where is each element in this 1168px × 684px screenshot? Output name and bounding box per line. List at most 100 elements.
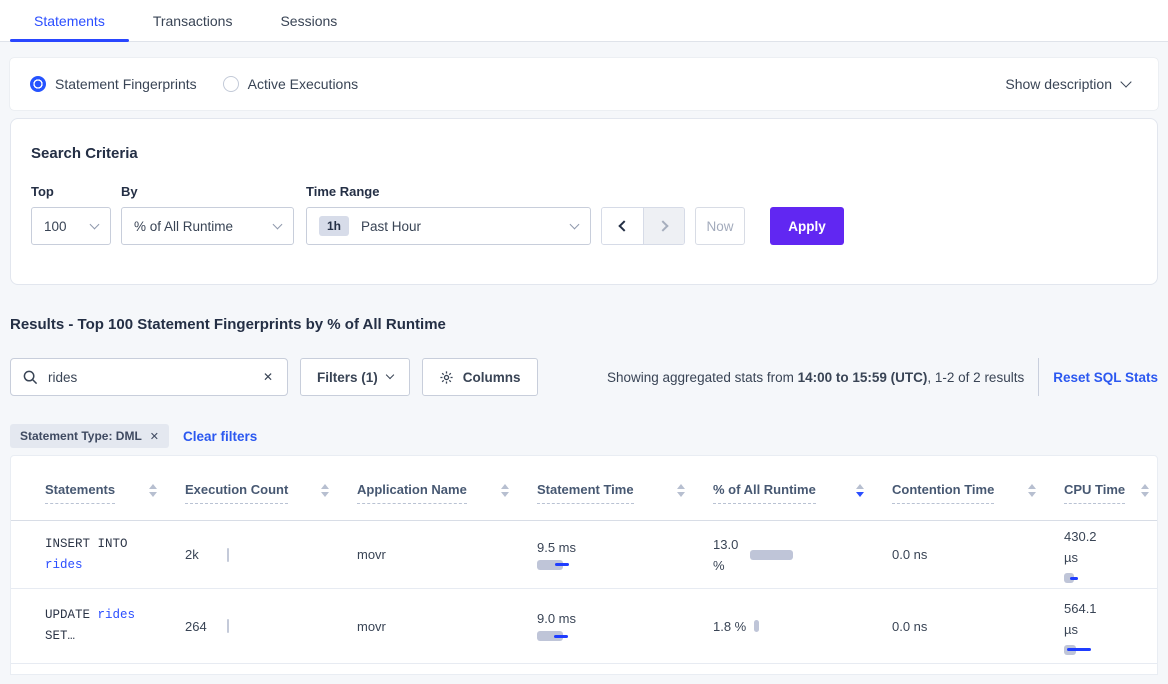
applied-filters-row: Statement Type: DML ✕ Clear filters [10,424,1158,448]
radio-unselected-icon [223,76,239,92]
pct-all-runtime-cell: 1.8 % [713,616,892,637]
statements-table: Statements Execution Count Application N… [10,455,1158,675]
by-label: By [121,184,294,199]
results-heading: Results - Top 100 Statement Fingerprints… [10,316,1158,334]
application-name-cell: movr [357,619,537,634]
view-mode-bar: Statement Fingerprints Active Executions… [10,58,1158,110]
now-button[interactable]: Now [695,207,745,245]
cpu-time-cell: 564.1µs [1064,598,1157,655]
contention-time-cell: 0.0 ns [892,619,1064,634]
time-range-field: Time Range 1h Past Hour [306,184,591,245]
top-label: Top [31,184,111,199]
reset-sql-stats-link[interactable]: Reset SQL Stats [1053,370,1158,385]
by-select[interactable]: % of All Runtime [121,207,294,245]
sort-icon [501,484,509,497]
page-tab-bar: Statements Transactions Sessions [0,0,1168,42]
top-select-value: 100 [44,219,67,234]
chevron-right-icon [657,220,668,231]
time-range-select[interactable]: 1h Past Hour [306,207,591,245]
time-range-nav [601,207,685,245]
by-field: By % of All Runtime [121,184,294,245]
pct-runtime-bar [750,550,793,560]
tab-sessions[interactable]: Sessions [256,0,361,41]
time-range-badge: 1h [319,216,349,236]
chevron-left-icon [618,220,629,231]
execution-count-cell: 264 [185,619,357,634]
filters-label: Filters (1) [317,370,378,385]
top-field: Top 100 [31,184,111,245]
column-header-cpu-time[interactable]: CPU Time [1064,482,1157,504]
apply-button[interactable]: Apply [770,207,844,245]
statement-time-cell: 9.0 ms [537,611,713,641]
chevron-down-icon [1120,76,1131,87]
sort-icon [149,484,157,497]
table-row: INSERT INTOrides 2k movr 9.5 ms 13.0% 0.… [11,521,1157,589]
filter-chip-statement-type[interactable]: Statement Type: DML ✕ [10,424,169,448]
radio-active-executions[interactable]: Active Executions [223,76,359,92]
table-header-row: Statements Execution Count Application N… [11,456,1157,521]
radio-statement-fingerprints[interactable]: Statement Fingerprints [30,76,197,92]
aggregated-stats-text: Showing aggregated stats from 14:00 to 1… [607,370,1024,385]
statement-time-bar [537,631,713,641]
show-description-toggle[interactable]: Show description [1005,76,1130,92]
statement-fingerprint-cell: UPDATE ridesSET… [45,605,185,647]
search-icon [23,370,38,385]
search-criteria-card: Search Criteria Top 100 By % of All Runt… [10,118,1158,285]
clear-filters-link[interactable]: Clear filters [183,429,257,444]
table-row: UPDATE ridesSET… 264 movr 9.0 ms 1.8 % 0… [11,589,1157,664]
pct-all-runtime-cell: 13.0% [713,534,892,576]
columns-label: Columns [463,370,521,385]
clear-search-icon[interactable]: ✕ [261,368,275,386]
results-toolbar: ✕ Filters (1) Columns Showing aggregated… [10,358,1158,396]
execution-count-cell: 2k [185,547,357,562]
filter-chip-label: Statement Type: DML [20,429,142,443]
search-input[interactable] [48,370,261,385]
sort-icon [321,484,329,497]
statement-link[interactable]: rides [98,608,136,622]
by-select-value: % of All Runtime [134,219,233,234]
tab-statements[interactable]: Statements [10,0,129,41]
chevron-down-icon [386,371,394,379]
application-name-cell: movr [357,547,537,562]
column-header-application-name[interactable]: Application Name [357,482,537,504]
columns-button[interactable]: Columns [422,358,538,396]
radio-label: Statement Fingerprints [55,76,197,92]
sort-icon [1141,484,1149,497]
time-range-label: Time Range [306,184,591,199]
top-select[interactable]: 100 [31,207,111,245]
show-description-label: Show description [1005,76,1112,92]
statement-fingerprint-cell: INSERT INTOrides [45,534,185,576]
column-header-pct-all-runtime[interactable]: % of All Runtime [713,482,892,504]
execution-count-bar [227,548,229,562]
pct-runtime-bar [754,620,759,632]
cpu-time-cell: 430.2µs [1064,526,1157,583]
column-header-statements[interactable]: Statements [45,482,185,504]
search-criteria-title: Search Criteria [31,145,1137,162]
statement-time-bar [537,560,713,570]
search-criteria-form: Top 100 By % of All Runtime Time Range 1… [31,184,1137,245]
next-time-range-button[interactable] [643,208,684,244]
radio-label: Active Executions [248,76,359,92]
statement-search-box: ✕ [10,358,288,396]
sort-icon [677,484,685,497]
execution-count-bar [227,619,229,633]
contention-time-cell: 0.0 ns [892,547,1064,562]
column-header-contention-time[interactable]: Contention Time [892,482,1064,504]
previous-time-range-button[interactable] [602,208,643,244]
column-header-execution-count[interactable]: Execution Count [185,482,357,504]
radio-selected-icon [30,76,46,92]
filters-button[interactable]: Filters (1) [300,358,410,396]
chevron-down-icon [570,219,580,229]
tab-transactions[interactable]: Transactions [129,0,257,41]
sort-icon [1028,484,1036,497]
cpu-time-bar [1064,573,1157,583]
gear-icon [439,370,454,385]
time-range-value: Past Hour [361,219,421,234]
remove-filter-icon[interactable]: ✕ [150,430,159,443]
sort-desc-icon [856,484,864,497]
cpu-time-bar [1064,645,1157,655]
column-header-statement-time[interactable]: Statement Time [537,482,713,504]
statement-time-cell: 9.5 ms [537,540,713,570]
statement-link[interactable]: rides [45,558,83,572]
chevron-down-icon [90,219,100,229]
